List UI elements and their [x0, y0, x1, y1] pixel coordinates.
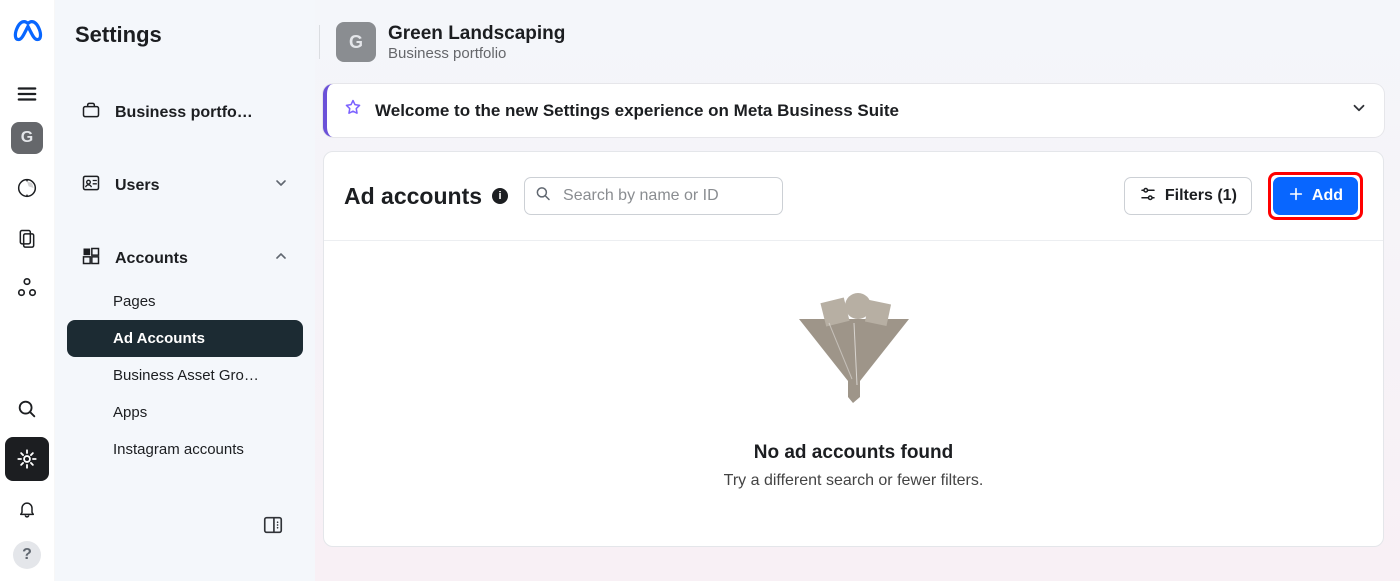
plus-icon [1288, 186, 1304, 207]
bell-icon[interactable] [5, 487, 49, 531]
empty-state: No ad accounts found Try a different sea… [324, 241, 1383, 546]
ad-accounts-panel: Ad accounts i Filters (1) [323, 151, 1384, 547]
welcome-text: Welcome to the new Settings experience o… [375, 101, 1338, 121]
search-icon [534, 185, 552, 208]
sidebar-item-label: Accounts [115, 250, 188, 268]
portfolio-subtitle: Business portfolio [388, 45, 565, 62]
sidebar-item-business-portfolio[interactable]: Business portfo… [67, 88, 303, 137]
add-button-highlight: Add [1268, 172, 1363, 220]
portfolio-header: G Green Landscaping Business portfolio [315, 0, 1400, 84]
star-icon [343, 98, 363, 123]
accounts-grid-icon [81, 246, 101, 271]
briefcase-icon [81, 100, 101, 125]
sidebar-item-users[interactable]: Users [67, 161, 303, 210]
pages-icon[interactable] [5, 216, 49, 260]
sidebar-collapse-toggle-icon[interactable] [259, 511, 287, 539]
meta-logo[interactable] [9, 14, 45, 50]
sliders-icon [1139, 185, 1157, 208]
portfolio-switcher[interactable]: Green Landscaping Business portfolio [388, 23, 565, 62]
chevron-up-icon [273, 248, 289, 269]
sidebar-sub-pages[interactable]: Pages [67, 283, 303, 320]
empty-state-title: No ad accounts found [754, 442, 954, 464]
hamburger-menu-icon[interactable] [5, 72, 49, 116]
sidebar-item-label: Business portfo… [115, 104, 253, 122]
sidebar-item-accounts[interactable]: Accounts [67, 234, 303, 283]
empty-state-subtitle: Try a different search or fewer filters. [724, 472, 984, 490]
panel-toolbar: Ad accounts i Filters (1) [324, 152, 1383, 241]
sidebar-sub-instagram-accounts[interactable]: Instagram accounts [67, 431, 303, 468]
search-icon[interactable] [5, 387, 49, 431]
chevron-down-icon [273, 175, 289, 196]
search-input[interactable] [524, 177, 783, 215]
users-badge-icon [81, 173, 101, 198]
portfolio-avatar-small[interactable]: G [11, 122, 43, 154]
filters-button[interactable]: Filters (1) [1124, 177, 1252, 215]
help-icon[interactable]: ? [13, 541, 41, 569]
welcome-banner[interactable]: Welcome to the new Settings experience o… [323, 84, 1384, 137]
sidebar-title: Settings [67, 22, 303, 48]
portfolio-avatar[interactable]: G [336, 22, 376, 62]
settings-sidebar: Settings Business portfo… Users Accounts… [55, 0, 315, 581]
sidebar-sub-ad-accounts[interactable]: Ad Accounts [67, 320, 303, 357]
panel-title: Ad accounts i [344, 183, 508, 210]
portfolio-name: Green Landscaping [388, 23, 565, 45]
global-nav-rail: G ? [0, 0, 55, 581]
compass-icon[interactable] [5, 166, 49, 210]
info-icon[interactable]: i [492, 188, 508, 204]
settings-gear-icon[interactable] [5, 437, 49, 481]
sidebar-sub-apps[interactable]: Apps [67, 394, 303, 431]
sidebar-sub-business-asset-groups[interactable]: Business Asset Gro… [67, 357, 303, 394]
org-chart-icon[interactable] [5, 266, 49, 310]
add-button[interactable]: Add [1273, 177, 1358, 215]
chevron-down-icon[interactable] [1350, 99, 1368, 122]
sidebar-item-label: Users [115, 177, 159, 195]
main-column: G Green Landscaping Business portfolio W… [315, 0, 1400, 581]
funnel-icon [789, 289, 919, 414]
